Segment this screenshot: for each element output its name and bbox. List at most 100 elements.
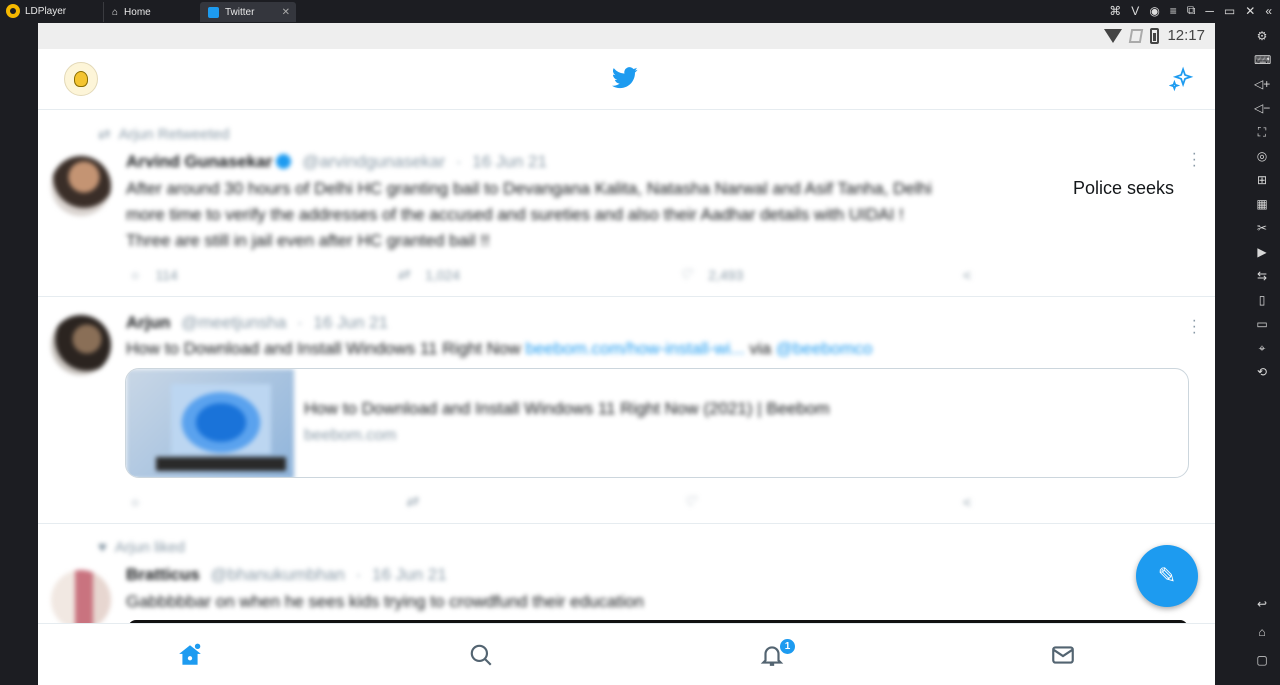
tweet-text-visible: Police seeks [1073,178,1175,198]
link-preview-card[interactable]: How to Download and Install Windows 11 R… [125,368,1189,478]
notifications-badge: 1 [780,639,795,654]
settings-icon[interactable]: ⚙ [1254,29,1270,43]
user-avatar[interactable] [51,315,111,375]
rotate-icon[interactable]: ⟲ [1254,365,1270,379]
sparkle-icon[interactable] [1169,66,1195,92]
profile-avatar[interactable] [64,62,98,96]
tweet-1[interactable]: ⇄ Arjun Retweeted Arvind Gunasekar @arvi… [38,111,1215,297]
heart-icon: ♡ [679,266,693,282]
user-avatar[interactable] [51,156,111,216]
tweet-author[interactable]: Arvind Gunasekar @arvindgunasekar · 16 J… [126,152,547,172]
android-statusbar: 12:17 [38,23,1215,49]
home-tab-icon[interactable] [177,642,203,668]
collapse-sidebar-icon[interactable]: « [1265,4,1272,18]
reply-icon: ○ [131,493,140,510]
gamepad-icon[interactable]: ⌘ [1109,4,1121,18]
back-icon[interactable]: ↩ [1254,597,1270,611]
retweet-icon: ⇄ [98,126,111,143]
video-icon[interactable]: ▶ [1254,245,1270,259]
tweet-text: After around 30 hours of Delhi HC granti… [126,179,932,250]
share-icon: < [962,493,971,510]
tab-home-label: Home [124,6,151,18]
tweet-author[interactable]: Bratticus @bhanukumbhan · 16 Jun 21 [126,565,447,585]
lightbulb-icon [74,71,88,87]
vt-icon[interactable]: V [1131,4,1139,18]
tab-home[interactable]: ⌂ Home [103,2,198,22]
menu-icon[interactable]: ≡ [1170,4,1177,18]
twitter-bird-icon [612,67,638,89]
card-thumbnail [126,369,294,477]
more-options-icon[interactable]: · · · [1192,313,1197,341]
app-name: LDPlayer [25,5,67,17]
tweet-author[interactable]: Arjun @meetjunsha · 16 Jun 21 [126,313,388,333]
tab-twitter[interactable]: Twitter ✕ [200,2,296,22]
tab-twitter-label: Twitter [225,6,255,18]
user-avatar[interactable] [51,570,111,630]
compose-tweet-button[interactable]: ✎ [1136,545,1198,607]
verified-icon [276,154,292,169]
folder-icon[interactable]: ▭ [1254,317,1270,331]
retweet-button[interactable]: ⇄ 1,024 [397,266,460,283]
heart-icon: ♡ [683,493,697,509]
tweet-actions: ○ ⇄ ♡ < [131,493,971,510]
reply-button[interactable]: ○ 114 [131,266,178,283]
card-title: How to Download and Install Windows 11 R… [304,399,830,418]
compose-feather-icon: ✎ [1157,563,1177,588]
android-home-icon[interactable]: ⌂ [1254,625,1270,639]
shake-icon[interactable]: ▯ [1254,293,1270,307]
bottom-navigation: 1 [38,623,1215,685]
mention-link[interactable]: @beebomco [776,339,873,358]
no-signal-icon [1129,28,1144,43]
tweet-actions: ○ 114 ⇄ 1,024 ♡ 2,493 < [131,266,971,283]
reply-icon: ○ [131,266,140,283]
home-icon: ⌂ [112,6,119,18]
retweet-action-icon: ⇄ [397,266,410,282]
twitter-header [38,49,1215,110]
reply-button[interactable]: ○ [131,493,139,510]
volume-down-icon[interactable]: ◁− [1254,101,1270,115]
share-button[interactable]: < [963,493,971,510]
tweet-text: Gabbbbbar on when he sees kids trying to… [126,592,644,611]
share-icon: < [962,266,971,283]
add-apk-icon[interactable]: ⊞ [1254,173,1270,187]
tweet-link[interactable]: beebom.com/how-install-wi... [525,339,744,358]
like-context: ♥ Arjun liked [98,539,185,556]
android-screen: 12:17 ⇄ Arjun Retweeted Arvind Gunasekar… [38,23,1215,685]
minimize-icon[interactable]: ─ [1205,4,1214,18]
tweet-3[interactable]: ♥ Arjun liked Bratticus @bhanukumbhan · … [38,525,1215,630]
like-button[interactable]: ♡ 2,493 [680,266,744,283]
recents-icon[interactable]: ▢ [1254,653,1270,667]
scissors-icon[interactable]: ✂ [1254,221,1270,235]
twitter-tab-icon [208,6,219,18]
more-options-icon[interactable]: · · · [1192,146,1197,174]
retweet-context: ⇄ Arjun Retweeted [98,125,230,144]
account-icon[interactable]: ◉ [1149,4,1159,18]
ldplayer-logo-icon [6,4,20,18]
heart-context-icon: ♥ [98,539,107,556]
sync-icon[interactable]: ⇆ [1254,269,1270,283]
retweet-action-icon: ⇄ [405,493,418,509]
wifi-icon [1104,28,1123,43]
tweet-text: How to Download and Install Windows 11 R… [126,339,873,358]
location-icon[interactable]: ⌖ [1254,341,1270,355]
card-host: beebom.com [304,427,397,444]
fullscreen-icon[interactable]: ⛶ [1254,125,1270,139]
messages-tab-icon[interactable] [1050,642,1076,668]
like-button[interactable]: ♡ [684,493,697,510]
fps-icon[interactable]: ▦ [1254,197,1270,211]
retweet-button[interactable]: ⇄ [406,493,418,510]
keyboard-icon[interactable]: ⌨ [1254,53,1271,67]
ldplayer-brand: LDPlayer [6,4,66,18]
close-window-icon[interactable]: ✕ [1245,4,1255,18]
emulator-titlebar: LDPlayer ⌂ Home Twitter ✕ ⌘ V ◉ ≡ ⧉ ─ ▭ … [0,0,1280,23]
volume-up-icon[interactable]: ◁+ [1254,77,1270,91]
record-icon[interactable]: ◎ [1254,149,1270,163]
search-tab-icon[interactable] [468,642,494,668]
battery-icon [1150,27,1160,44]
emulator-sidebar: ⚙ ⌨ ◁+ ◁− ⛶ ◎ ⊞ ▦ ✂ ▶ ⇆ ▯ ▭ ⌖ ⟲ ↩ ⌂ ▢ [1244,23,1280,685]
share-button[interactable]: < [963,266,971,283]
maximize-icon[interactable]: ▭ [1224,4,1235,18]
clock: 12:17 [1167,27,1205,44]
close-tab-icon[interactable]: ✕ [282,7,290,18]
screenshot-icon[interactable]: ⧉ [1187,3,1196,18]
